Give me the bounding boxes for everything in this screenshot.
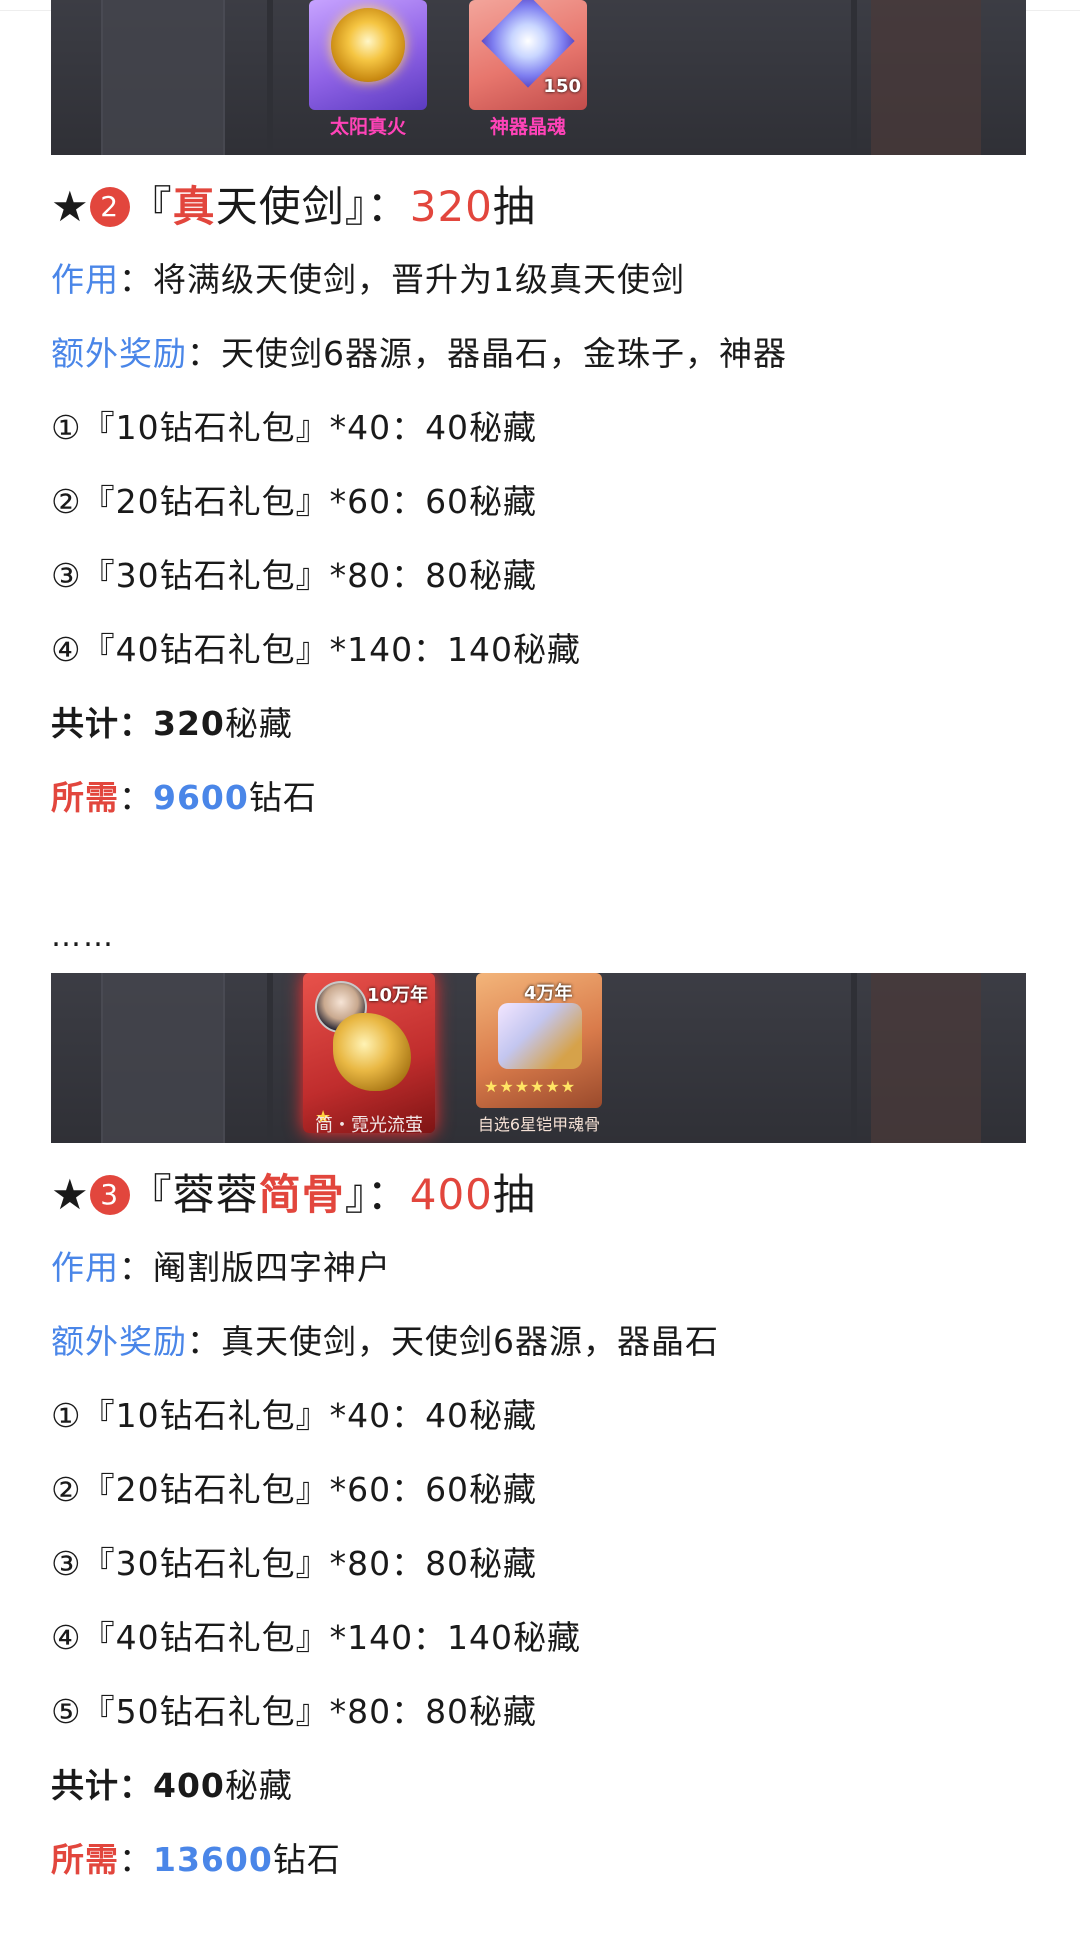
draw-count: 400: [409, 1170, 493, 1219]
pack-line: ③『30钻石礼包』*80：80秘藏: [51, 1544, 538, 1583]
banner-side-panel: [101, 973, 225, 1143]
ellipsis: ……: [51, 919, 115, 954]
article-body: 太阳真火 150 神器晶魂 ★ 2 『真天使剑』：320抽 作用：将满级天使剑，晋升…: [51, 0, 1026, 1897]
open-bracket: 『: [129, 182, 173, 231]
item-caption: 神器晶魂: [489, 116, 566, 138]
item-armor-soul-bone: 4万年 ★★★★★★ 自选6星铠甲魂骨: [476, 973, 602, 1134]
item-sun-fire: 太阳真火: [309, 0, 427, 138]
pack-line: ⑤『50钻石礼包』*80：80秘藏: [51, 1692, 538, 1731]
armor-chest-icon: [498, 1003, 582, 1069]
effect-label: 作用: [51, 260, 119, 299]
required-unit: 钻石: [248, 778, 317, 817]
required-sep: ：: [119, 1840, 153, 1879]
required-line: 所需：13600钻石: [51, 1823, 1026, 1897]
total-line: 共计：320秘藏: [51, 687, 1026, 761]
total-label: 共计: [51, 1766, 119, 1805]
bonus-text: ：天使剑6器源，器晶石，金珠子，神器: [187, 334, 787, 373]
title-text: 蓉蓉: [172, 1170, 259, 1219]
bonus-label: 额外奖励: [51, 1322, 187, 1361]
section-number-badge: 2: [89, 187, 130, 227]
draw-count-suffix: 抽: [492, 1170, 536, 1219]
item-caption: 简・霓光流萤: [315, 1115, 423, 1136]
bonus-text: ：真天使剑，天使剑6器源，器晶石: [187, 1322, 719, 1361]
required-line: 所需：9600钻石: [51, 761, 1026, 835]
close-bracket: 』：: [344, 182, 410, 231]
open-bracket: 『: [129, 1170, 173, 1219]
pack-line: ①『10钻石礼包』*40：40秘藏: [51, 1396, 538, 1435]
banner-divider: [851, 973, 857, 1143]
item-count: 150: [543, 76, 581, 97]
draw-count: 320: [409, 182, 493, 231]
rating-stars: ★★★★★★: [484, 1077, 577, 1096]
pack-line: ③『30钻石礼包』*80：80秘藏: [51, 556, 538, 595]
section-heading: ★ 3 『蓉蓉简骨』：400抽: [51, 1165, 1026, 1225]
golden-wing-icon: [333, 1013, 411, 1091]
star-icon: ★: [51, 1170, 90, 1219]
item-caption: 自选6星铠甲魂骨: [477, 1115, 601, 1134]
required-label: 所需: [51, 778, 119, 817]
pack-line: ④『40钻石礼包』*140：140秘藏: [51, 630, 582, 669]
effect-line: 作用：阉割版四字神户: [51, 1231, 1026, 1305]
required-value: 13600: [153, 1840, 273, 1879]
banner-divider: [267, 0, 273, 155]
item-age-badge: 4万年: [524, 983, 573, 1004]
sun-fire-emblem-icon: [331, 8, 405, 82]
item-jian-neon-firefly: 10万年 ★ 简・霓光流萤: [303, 973, 435, 1136]
item-age-badge: 10万年: [367, 985, 429, 1006]
banner-divider: [267, 973, 273, 1143]
pack-line: ②『20钻石礼包』*60：60秘藏: [51, 1470, 538, 1509]
title-highlight: 真: [172, 182, 216, 231]
required-unit: 钻石: [272, 1840, 341, 1879]
bonus-line: 额外奖励：天使剑6器源，器晶石，金珠子，神器: [51, 317, 1026, 391]
section-number-badge: 3: [89, 1175, 130, 1215]
effect-text: ：阉割版四字神户: [119, 1248, 391, 1287]
title-text: 天使剑: [215, 182, 345, 231]
effect-line: 作用：将满级天使剑，晋升为1级真天使剑: [51, 243, 1026, 317]
total-label: 共计: [51, 704, 119, 743]
crystal-star-icon: [481, 0, 575, 88]
effect-text: ：将满级天使剑，晋升为1级真天使剑: [119, 260, 685, 299]
item-caption: 太阳真火: [329, 116, 406, 138]
item-artifact-soul: 150 神器晶魂: [469, 0, 587, 138]
reward-banner-image: 太阳真火 150 神器晶魂: [51, 0, 1026, 155]
banner-side-panel: [101, 0, 225, 155]
required-sep: ：: [119, 778, 153, 817]
banner-divider: [851, 0, 857, 155]
reward-banner-image: 10万年 ★ 简・霓光流萤 4万年 ★★★★★★ 自选6星铠甲魂骨: [51, 973, 1026, 1143]
total-value: ：320: [119, 704, 225, 743]
section-heading: ★ 2 『真天使剑』：320抽: [51, 177, 1026, 237]
bonus-label: 额外奖励: [51, 334, 187, 373]
draw-count-suffix: 抽: [492, 182, 536, 231]
pack-line: ④『40钻石礼包』*140：140秘藏: [51, 1618, 582, 1657]
total-line: 共计：400秘藏: [51, 1749, 1026, 1823]
effect-label: 作用: [51, 1248, 119, 1287]
required-label: 所需: [51, 1840, 119, 1879]
pack-line: ①『10钻石礼包』*40：40秘藏: [51, 408, 538, 447]
required-value: 9600: [153, 778, 249, 817]
close-bracket: 』：: [344, 1170, 410, 1219]
total-value: ：400: [119, 1766, 225, 1805]
star-icon: ★: [51, 182, 90, 231]
banner-side-panel: [871, 973, 981, 1143]
bonus-line: 额外奖励：真天使剑，天使剑6器源，器晶石: [51, 1305, 1026, 1379]
total-unit: 秘藏: [224, 1766, 293, 1805]
total-unit: 秘藏: [224, 704, 293, 743]
banner-side-panel: [871, 0, 981, 155]
title-highlight: 简骨: [258, 1170, 345, 1219]
pack-line: ②『20钻石礼包』*60：60秘藏: [51, 482, 538, 521]
